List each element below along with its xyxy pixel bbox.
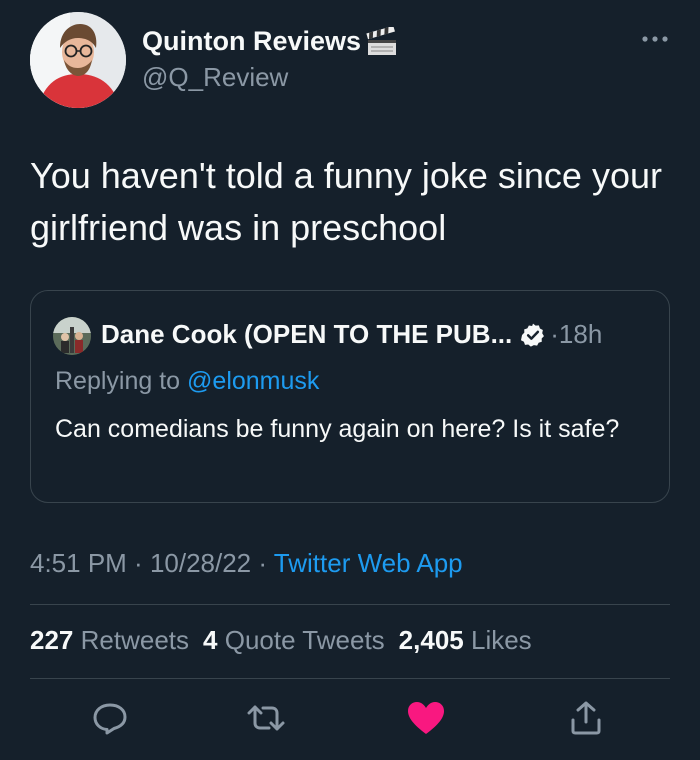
tweet-time[interactable]: 4:51 PM <box>30 548 127 578</box>
tweet-meta: 4:51 PM · 10/28/22 · Twitter Web App <box>30 548 463 579</box>
author-handle[interactable]: @Q_Review <box>142 62 288 93</box>
divider <box>30 678 670 679</box>
retweets-stat[interactable]: 227 Retweets <box>30 625 189 656</box>
like-icon[interactable] <box>406 700 446 736</box>
quoted-tweet-card[interactable]: Dane Cook (OPEN TO THE PUB... ·18h Reply… <box>30 290 670 503</box>
quote-tweets-stat[interactable]: 4 Quote Tweets <box>203 625 385 656</box>
tweet-stats: 227 Retweets 4 Quote Tweets 2,405 Likes <box>30 625 532 656</box>
more-icon[interactable] <box>638 24 672 54</box>
tweet-detail: Quinton Reviews @Q_Review You haven't to… <box>0 0 700 760</box>
retweet-icon[interactable] <box>246 700 286 736</box>
replying-to: Replying to @elonmusk <box>55 367 319 396</box>
likes-count: 2,405 <box>398 625 464 655</box>
replying-to-mention[interactable]: @elonmusk <box>187 367 319 395</box>
meta-separator: · <box>251 548 274 578</box>
author-avatar[interactable] <box>30 12 126 108</box>
quote-tweets-label: Quote Tweets <box>224 625 385 655</box>
tweet-date[interactable]: 10/28/22 <box>150 548 251 578</box>
quoted-tweet-text: Can comedians be funny again on here? Is… <box>55 415 620 443</box>
likes-label: Likes <box>470 625 532 655</box>
retweets-label: Retweets <box>80 625 190 655</box>
quote-tweets-count: 4 <box>203 625 218 655</box>
tweet-source[interactable]: Twitter Web App <box>274 548 463 578</box>
clapperboard-icon <box>365 25 399 57</box>
retweets-count: 227 <box>30 625 74 655</box>
meta-separator: · <box>126 548 150 578</box>
share-icon[interactable] <box>566 700 606 736</box>
tweet-text: You haven't told a funny joke since your… <box>30 155 662 248</box>
quoted-tweet-time: ·18h <box>550 319 603 349</box>
likes-stat[interactable]: 2,405 Likes <box>399 625 532 656</box>
reply-icon[interactable] <box>90 700 130 736</box>
quoted-tweet-header: Dane Cook (OPEN TO THE PUB... ·18h <box>101 319 602 350</box>
quoted-author-avatar <box>53 317 91 355</box>
author-name-text: Quinton Reviews <box>142 26 362 56</box>
replying-to-prefix: Replying to <box>55 367 188 395</box>
quoted-author-name: Dane Cook (OPEN TO THE PUB... <box>101 319 513 349</box>
divider <box>30 604 670 605</box>
author-display-name[interactable]: Quinton Reviews <box>142 25 399 57</box>
verified-badge-icon <box>520 322 546 348</box>
